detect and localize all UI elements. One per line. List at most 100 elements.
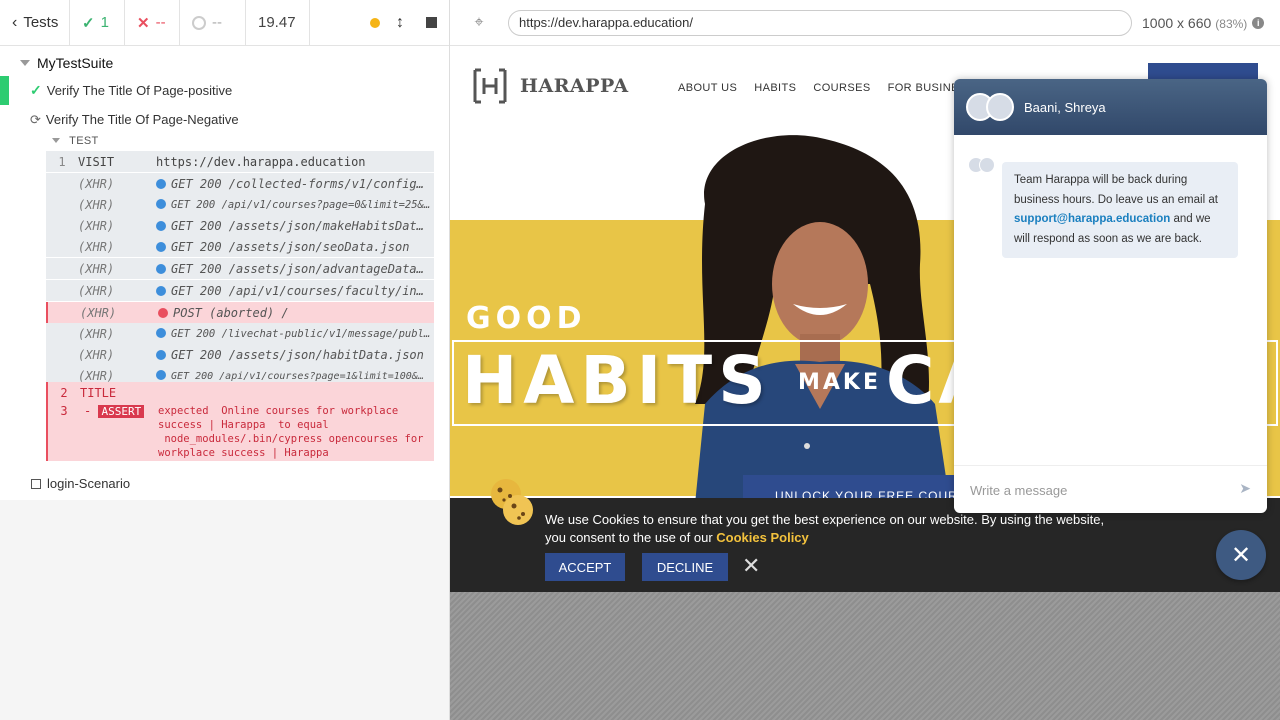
stop-button[interactable] (426, 17, 437, 28)
site-nav: ABOUT US HABITS COURSES FOR BUSINES (678, 82, 967, 94)
hero-portrait-image (695, 135, 950, 504)
command-row-assert[interactable]: 3 - ASSERT expected Online courses for w… (46, 403, 434, 461)
harappa-logo-icon (473, 68, 507, 104)
chat-message-input[interactable]: Write a message (954, 465, 1267, 513)
pass-indicator (0, 76, 9, 105)
command-name: (XHR) (78, 239, 115, 254)
pending-count: -- (212, 14, 222, 31)
command-row[interactable]: (XHR) GET 200 /assets/json/seoData.json (46, 236, 434, 257)
command-message: GET 200 /api/v1/courses/faculty/in… (171, 283, 424, 298)
assert-line: expected Online courses for workplace (158, 405, 399, 417)
agent-avatars (966, 93, 1014, 121)
url-bar[interactable]: https://dev.harappa.education/ (508, 9, 1132, 36)
status-dot-icon (156, 178, 166, 189)
command-message: POST (aborted) / (173, 305, 289, 320)
command-message: GET 200 /collected-forms/v1/config… (171, 176, 424, 191)
status-dot-icon (158, 307, 168, 318)
status-dot-icon (156, 285, 166, 296)
status-dot-icon (156, 220, 166, 231)
command-name: TITLE (80, 385, 117, 400)
scroll-toggle-icon[interactable]: ↕ (396, 14, 404, 32)
duration-stat: 19.47 (246, 0, 310, 46)
assert-line: workplace success | Harappa (158, 447, 329, 459)
command-row-title[interactable]: 2 TITLE (46, 382, 434, 403)
refresh-icon: ⟳ (30, 111, 41, 127)
close-icon: ✕ (1230, 541, 1252, 569)
command-name: (XHR) (78, 347, 115, 362)
accept-cookies-button[interactable]: ACCEPT (545, 553, 625, 581)
decline-cookies-button[interactable]: DECLINE (642, 553, 728, 581)
command-number: 1 (58, 154, 66, 169)
assert-message: expected Online courses for workplace su… (158, 404, 424, 460)
test-item-login[interactable]: login-Scenario (31, 476, 130, 491)
command-message: GET 200 /api/v1/courses?page=1&limit=100… (171, 370, 424, 382)
test-title: login-Scenario (47, 476, 131, 491)
nav-courses[interactable]: COURSES (813, 82, 870, 94)
site-logo[interactable]: HARAPPA (472, 68, 629, 104)
tests-button[interactable]: ‹ Tests (0, 0, 70, 46)
command-number: 2 (60, 385, 68, 400)
suite-title[interactable]: MyTestSuite (0, 50, 449, 76)
command-row[interactable]: (XHR) GET 200 /assets/json/advantageData… (46, 258, 434, 279)
test-title: Verify The Title Of Page-positive (46, 83, 233, 98)
chat-message-text: Team Harappa will be back during busines… (1014, 174, 1218, 206)
command-row[interactable]: (XHR) GET 200 /assets/json/habitData.jso… (46, 344, 434, 365)
chat-agent-names: Baani, Shreya (1024, 99, 1106, 115)
command-row[interactable]: (XHR) GET 200 /api/v1/courses?page=0&lim… (46, 194, 434, 215)
nav-habits[interactable]: HABITS (754, 82, 796, 94)
tests-button-label: Tests (23, 14, 59, 31)
command-row[interactable]: (XHR) GET 200 /assets/json/makeHabitsDat… (46, 215, 434, 236)
nav-about-us[interactable]: ABOUT US (678, 82, 737, 94)
command-name: (XHR) (78, 176, 115, 191)
status-dot-icon (156, 198, 166, 209)
section-test-text: TEST (69, 135, 99, 147)
close-icon[interactable]: ✕ (742, 554, 760, 578)
status-dot-icon (156, 349, 166, 360)
hero-make-text: MAKE (798, 370, 881, 395)
command-row[interactable]: (XHR) GET 200 /api/v1/courses/faculty/in… (46, 280, 434, 301)
cookies-policy-link[interactable]: Cookies Policy (716, 530, 808, 545)
assert-line: node_modules/.bin/cypress opencourses fo… (158, 433, 424, 445)
passed-count: 1 (100, 14, 109, 31)
command-name: (XHR) (80, 305, 117, 320)
site-name: HARAPPA (520, 75, 629, 97)
selector-playground-icon[interactable]: ⌖ (450, 14, 508, 32)
section-test-label[interactable]: TEST (52, 135, 99, 147)
pending-square-icon (31, 478, 41, 489)
command-number: 3 (60, 404, 68, 418)
passed-stat: ✓ 1 (70, 0, 125, 46)
status-dot-icon (156, 369, 166, 380)
cookie-message: We use Cookies to ensure that you get th… (545, 511, 1125, 547)
send-icon[interactable]: ➤ (1239, 480, 1251, 497)
command-row[interactable]: (XHR) GET 200 /livechat-public/v1/messag… (46, 323, 434, 344)
chat-header: Baani, Shreya (954, 79, 1267, 135)
test-item-positive[interactable]: ✓ Verify The Title Of Page-positive (0, 76, 449, 105)
runner-controls: ↕ (310, 0, 449, 46)
hero-good-text: GOOD (466, 301, 587, 336)
info-icon[interactable]: i (1252, 16, 1265, 29)
command-row-error[interactable]: (XHR) POST (aborted) / (46, 302, 434, 323)
caret-down-icon (52, 138, 60, 143)
command-message: GET 200 /assets/json/habitData.json (171, 347, 424, 362)
aut-empty-area (450, 592, 1280, 720)
chat-close-button[interactable]: ✕ (1216, 530, 1266, 580)
x-icon: ✕ (137, 14, 150, 32)
command-name: VISIT (78, 154, 115, 169)
status-dot-icon (370, 17, 380, 28)
command-message: GET 200 /assets/json/seoData.json (171, 239, 410, 254)
viewport-scale: (83%) (1215, 16, 1248, 31)
support-email-link[interactable]: support@harappa.education (1014, 213, 1170, 225)
avatar (986, 93, 1014, 121)
command-row[interactable]: (XHR) GET 200 /collected-forms/v1/config… (46, 173, 434, 194)
hero-habits-text: HABITS (462, 342, 772, 419)
test-item-negative[interactable]: ⟳ Verify The Title Of Page-Negative (0, 105, 449, 134)
command-name: (XHR) (78, 368, 115, 383)
avatar (979, 157, 995, 173)
command-name: (XHR) (78, 261, 115, 276)
chat-message: Team Harappa will be back during busines… (1002, 162, 1238, 258)
command-row[interactable]: 1 VISIT https://dev.harappa.education (46, 151, 434, 172)
reporter-header: ‹ Tests ✓ 1 ✕ -- -- 19.47 ↕ (0, 0, 449, 46)
command-message: https://dev.harappa.education (156, 154, 366, 169)
command-name: (XHR) (78, 218, 115, 233)
check-icon: ✓ (82, 14, 95, 32)
